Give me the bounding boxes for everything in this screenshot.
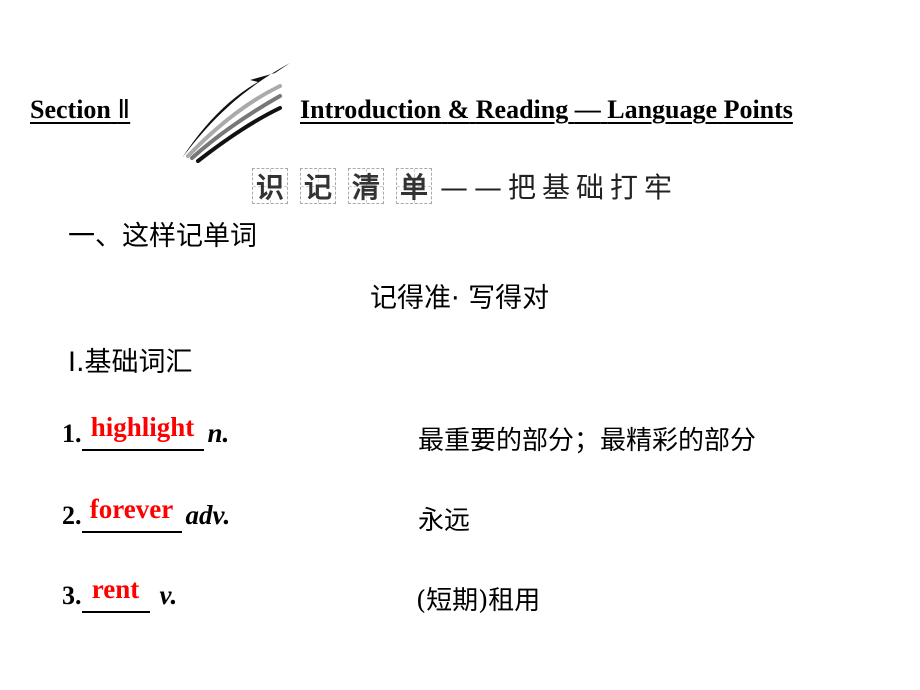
vocab-meaning: (短期)租用 — [416, 586, 541, 616]
boxed-char: 单 — [396, 168, 432, 204]
title-word: Language — [607, 95, 718, 124]
part-heading: 一、这样记单词 — [68, 221, 257, 252]
section-label: Section Ⅱ — [30, 95, 130, 125]
title-word: Introduction — [300, 95, 442, 124]
title-word: Points — [723, 95, 793, 124]
answer-text: rent — [91, 574, 140, 604]
boxed-char: 识 — [252, 168, 288, 204]
answer-blank: rent — [81, 574, 150, 613]
answer-blank: highlight — [81, 412, 204, 451]
banner: 识 记 清 单 ——把基础打牢 — [252, 166, 678, 206]
boxed-char: 清 — [348, 168, 384, 204]
swoosh-logo-icon — [182, 63, 290, 163]
subsection-heading: Ⅰ.基础词汇 — [68, 347, 193, 378]
item-number: 1. — [62, 419, 82, 448]
answer-text: highlight — [90, 412, 195, 442]
banner-subtitle: ——把基础打牢 — [440, 171, 679, 204]
answer-blank: forever — [81, 494, 182, 533]
item-number: 2. — [62, 501, 82, 530]
section-word: Section — [30, 95, 111, 124]
vocab-item: 3. rent v. — [62, 574, 178, 613]
section-numeral: Ⅱ — [117, 95, 131, 124]
vocab-meaning: 最重要的部分；最精彩的部分 — [418, 426, 757, 456]
motto: 记得准· 写得对 — [370, 283, 550, 314]
part-of-speech: adv. — [185, 500, 231, 530]
title-word: — — [574, 95, 601, 124]
vocab-item: 1. highlight n. — [62, 412, 230, 451]
part-of-speech: n. — [207, 418, 230, 448]
item-number: 3. — [62, 581, 82, 610]
title-word: Reading — [475, 95, 569, 124]
page-title: Introduction & Reading — Language Points — [300, 95, 793, 125]
answer-text: forever — [89, 494, 174, 524]
title-word: & — [447, 95, 470, 124]
vocab-item: 2. forever adv. — [62, 494, 231, 533]
vocab-meaning: 永远 — [418, 506, 471, 536]
part-of-speech: v. — [159, 580, 178, 610]
boxed-char: 记 — [300, 168, 336, 204]
